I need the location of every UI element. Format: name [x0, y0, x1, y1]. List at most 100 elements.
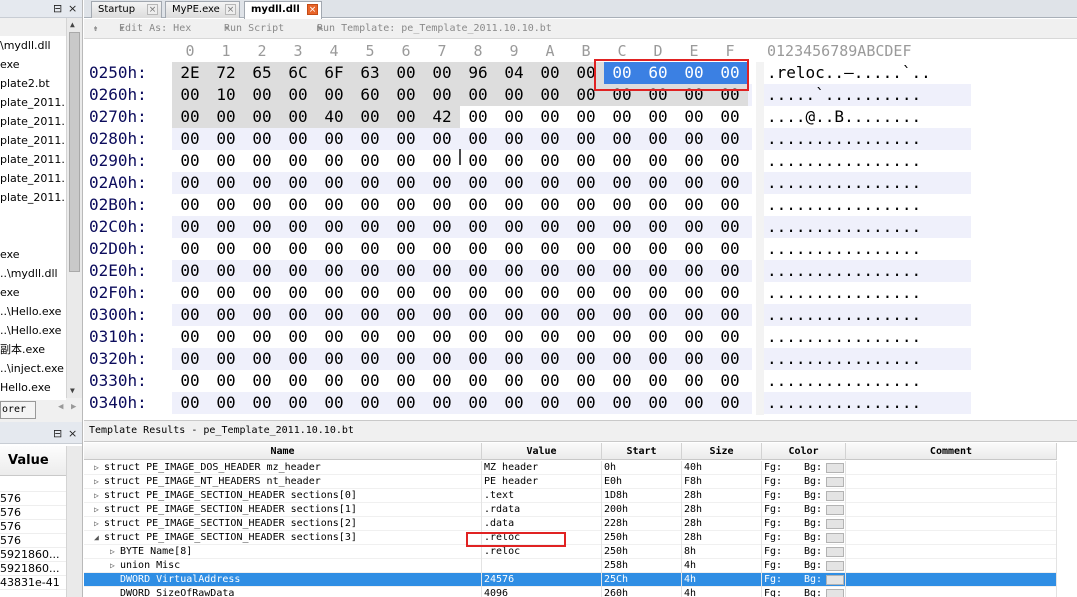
hex-byte[interactable]: 00 — [244, 392, 280, 414]
hex-byte[interactable]: 00 — [532, 238, 568, 260]
hex-byte[interactable]: 00 — [388, 62, 424, 84]
hex-byte[interactable]: 00 — [568, 326, 604, 348]
name-cell[interactable]: ▷ struct PE_IMAGE_NT_HEADERS nt_header — [84, 475, 482, 489]
hex-byte[interactable]: 00 — [208, 260, 244, 282]
color-cell[interactable]: Fg: Bg: — [762, 531, 846, 545]
hex-byte[interactable]: 00 — [496, 282, 532, 304]
hex-byte[interactable]: 00 — [280, 392, 316, 414]
hex-byte[interactable]: 00 — [316, 84, 352, 106]
start-cell[interactable]: 1D8h — [602, 489, 682, 503]
hex-byte[interactable]: 00 — [496, 84, 532, 106]
hex-byte[interactable]: 00 — [352, 260, 388, 282]
template-results-table[interactable]: Name Value Start Size Color Comment ▷ struct P… — [84, 443, 1077, 597]
hex-byte[interactable]: 00 — [532, 128, 568, 150]
hex-byte[interactable]: 00 — [424, 282, 460, 304]
comment-cell[interactable] — [846, 517, 1057, 531]
hex-byte[interactable]: 00 — [568, 370, 604, 392]
hex-byte[interactable]: 00 — [676, 348, 712, 370]
file-list-item[interactable]: plate2.bt — [0, 74, 66, 93]
hex-byte[interactable]: 00 — [424, 260, 460, 282]
hex-byte[interactable]: 00 — [676, 172, 712, 194]
hex-byte[interactable]: 00 — [496, 216, 532, 238]
color-swatch[interactable] — [826, 547, 844, 557]
hex-byte[interactable]: 00 — [568, 304, 604, 326]
hex-byte[interactable]: 00 — [280, 216, 316, 238]
hex-byte[interactable]: 00 — [532, 348, 568, 370]
start-cell[interactable]: 250h — [602, 545, 682, 559]
color-cell[interactable]: Fg: Bg: — [762, 559, 846, 573]
hex-byte[interactable]: 00 — [676, 260, 712, 282]
hex-byte[interactable]: 00 — [460, 392, 496, 414]
value-cell[interactable]: MZ header — [482, 461, 602, 475]
hex-byte[interactable]: 00 — [496, 238, 532, 260]
expand-icon[interactable]: ▷ — [110, 545, 120, 559]
hex-byte[interactable]: 00 — [532, 150, 568, 172]
hex-row[interactable]: 0300h: 00 00 00 00 00 00 00 00 00 00 00 00 00 00 00 00..… — [84, 304, 1077, 326]
color-cell[interactable]: Fg: Bg: — [762, 461, 846, 475]
hex-byte[interactable]: 00 — [532, 84, 568, 106]
collapse-icon[interactable]: ◢ — [94, 531, 104, 545]
hex-byte[interactable]: 00 — [388, 84, 424, 106]
hex-byte[interactable]: 00 — [460, 304, 496, 326]
hex-byte[interactable]: 00 — [424, 172, 460, 194]
hex-byte[interactable]: 00 — [532, 304, 568, 326]
comment-cell[interactable] — [846, 503, 1057, 517]
hex-byte[interactable]: 00 — [712, 128, 748, 150]
hex-byte[interactable]: 00 — [208, 216, 244, 238]
hex-byte[interactable]: 00 — [208, 282, 244, 304]
size-cell[interactable]: 40h — [682, 461, 762, 475]
hex-byte[interactable]: 00 — [388, 172, 424, 194]
file-list-item[interactable]: ..\mydll.dll — [0, 264, 66, 283]
ascii-text[interactable]: ................ — [767, 128, 921, 150]
inspector-value[interactable] — [0, 478, 66, 492]
start-cell[interactable]: E0h — [602, 475, 682, 489]
hex-byte[interactable]: 00 — [280, 106, 316, 128]
hex-byte[interactable]: 00 — [388, 150, 424, 172]
ascii-text[interactable]: ....@..B........ — [767, 106, 921, 128]
hex-byte[interactable]: 00 — [676, 326, 712, 348]
hex-byte[interactable]: 00 — [208, 150, 244, 172]
hex-byte[interactable]: 00 — [208, 348, 244, 370]
file-list-item[interactable]: plate_2011. — [0, 93, 66, 112]
name-cell[interactable]: ▷ BYTE Name[8] — [84, 545, 482, 559]
hex-byte[interactable]: 00 — [604, 348, 640, 370]
hex-byte[interactable]: 00 — [316, 216, 352, 238]
hex-byte[interactable]: 00 — [352, 128, 388, 150]
hex-byte[interactable]: 00 — [640, 260, 676, 282]
hex-byte[interactable]: 00 — [532, 326, 568, 348]
file-list-item[interactable]: exe — [0, 283, 66, 302]
size-cell[interactable]: 4h — [682, 587, 762, 597]
hex-byte[interactable]: 00 — [280, 150, 316, 172]
file-list-item[interactable]: plate_2011. — [0, 188, 66, 207]
comment-cell[interactable] — [846, 545, 1057, 559]
close-tab-icon[interactable]: × — [225, 4, 236, 15]
hex-row[interactable]: 02C0h: 00 00 00 00 00 00 00 00 00 00 00 00 00 00 00 00..… — [84, 216, 1077, 238]
hex-byte[interactable]: 00 — [568, 282, 604, 304]
hex-byte[interactable]: 00 — [172, 238, 208, 260]
hex-byte[interactable]: 00 — [496, 194, 532, 216]
explorer-tab[interactable]: orer — [0, 401, 36, 419]
hex-byte[interactable]: 00 — [712, 194, 748, 216]
hex-byte[interactable]: 00 — [244, 238, 280, 260]
color-cell[interactable]: Fg: Bg: — [762, 573, 846, 587]
hex-byte[interactable]: 00 — [640, 392, 676, 414]
hex-byte[interactable]: 00 — [244, 282, 280, 304]
hex-byte[interactable]: 42 — [424, 106, 460, 128]
hex-byte[interactable]: 00 — [352, 348, 388, 370]
hex-byte[interactable]: 00 — [208, 326, 244, 348]
hex-byte[interactable]: 65 — [244, 62, 280, 84]
hex-byte[interactable]: 00 — [568, 238, 604, 260]
hex-byte[interactable]: 00 — [280, 238, 316, 260]
size-cell[interactable]: 28h — [682, 489, 762, 503]
tab-mydll[interactable]: mydll.dll × — [244, 1, 322, 19]
hex-byte[interactable]: 00 — [352, 238, 388, 260]
expand-icon[interactable]: ▷ — [94, 461, 104, 475]
hex-byte[interactable]: 00 — [640, 150, 676, 172]
hex-byte[interactable]: 00 — [244, 84, 280, 106]
hex-byte[interactable]: 00 — [208, 172, 244, 194]
hex-byte[interactable]: 00 — [568, 128, 604, 150]
column-header[interactable]: Name — [84, 443, 482, 460]
hex-byte[interactable]: 00 — [640, 326, 676, 348]
hex-byte[interactable]: 00 — [388, 304, 424, 326]
hex-byte[interactable]: 00 — [280, 304, 316, 326]
